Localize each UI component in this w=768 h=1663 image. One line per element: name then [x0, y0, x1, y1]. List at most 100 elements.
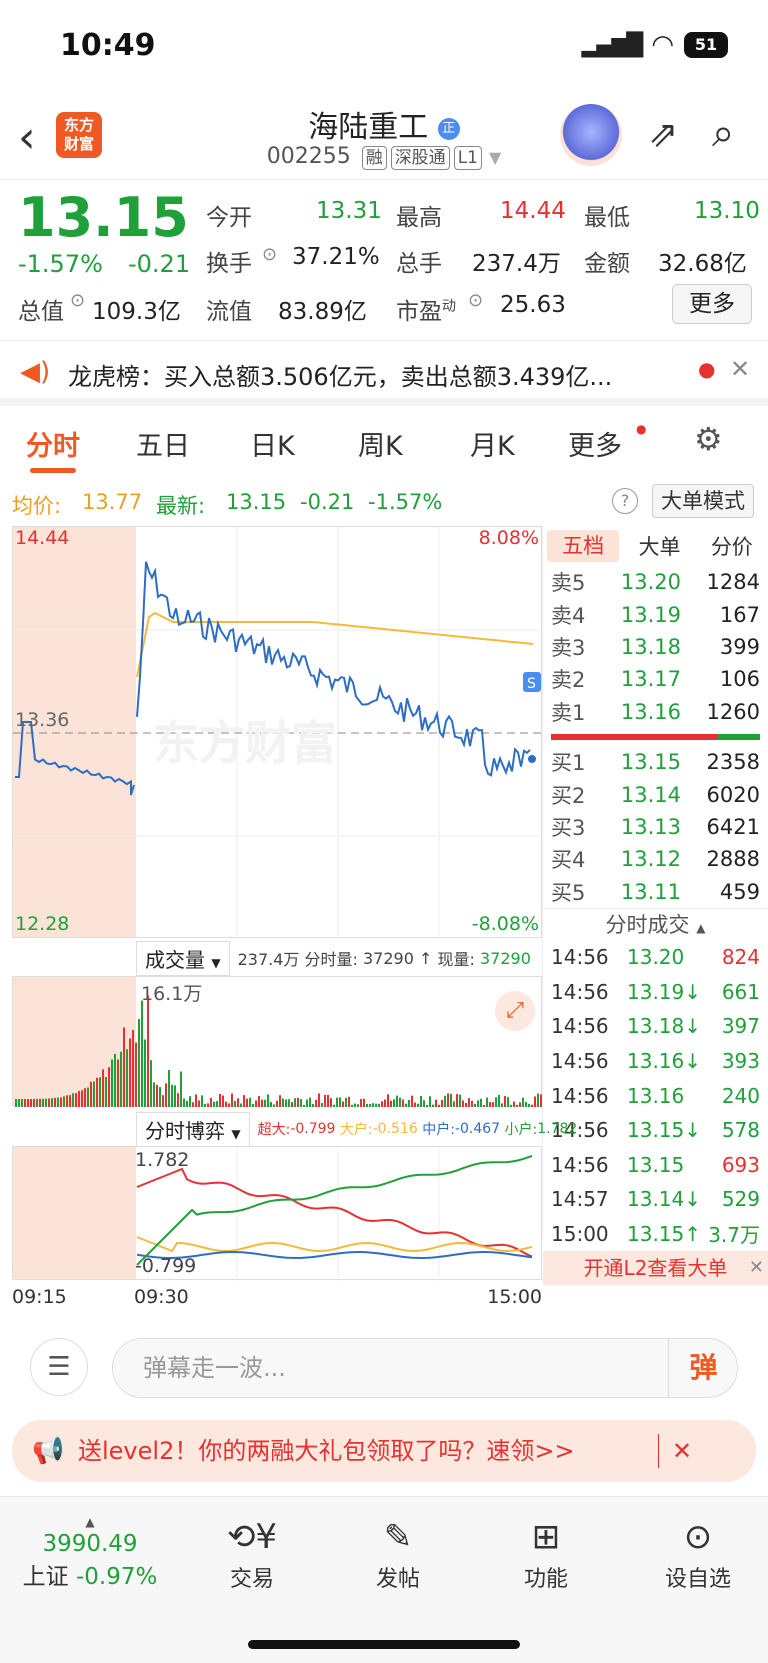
tab-weekly-k[interactable]: 周K [358, 424, 403, 463]
buy-level-row[interactable]: 买2 13.14 6020 [543, 778, 768, 810]
volume-bar [315, 1099, 317, 1107]
game-top-value: 1.782 [135, 1149, 190, 1171]
level-label: 卖2 [551, 668, 586, 693]
tab-big-orders[interactable]: 大单 [623, 531, 695, 561]
nav-functions[interactable]: ⊞ 功能 [506, 1515, 586, 1593]
volume-bar [426, 1104, 428, 1107]
axis-mid-price: 13.36 [15, 709, 70, 731]
tag-margin: 融 [361, 146, 387, 170]
danmaku-input[interactable]: 弹幕走一波... [112, 1338, 738, 1398]
buy-level-row[interactable]: 买5 13.11 459 [543, 876, 768, 908]
volume-bar [147, 995, 149, 1107]
volume-bar [249, 1097, 251, 1107]
promo-banner[interactable]: 📢 送level2！你的两融大礼包领取了吗？速领>> ✕ [12, 1420, 756, 1482]
time-axis: 09:15 09:30 15:00 [12, 1286, 542, 1312]
tab-more[interactable]: 更多 [568, 424, 622, 463]
volume-bar [252, 1103, 254, 1107]
nav-trade[interactable]: ⟲¥ 交易 [212, 1515, 292, 1593]
open-value: 13.31 [316, 198, 382, 224]
sell-level-row[interactable]: 卖1 13.16 1260 [543, 696, 768, 728]
tab-intraday[interactable]: 分时 [26, 424, 80, 463]
close-icon[interactable]: ✕ [730, 355, 750, 383]
volume-bar [255, 1100, 257, 1107]
nav-post[interactable]: ✎ 发帖 [358, 1515, 438, 1593]
info-icon[interactable]: ⊙ [262, 244, 277, 265]
close-icon[interactable]: ✕ [672, 1420, 692, 1482]
buy-level-row[interactable]: 买4 13.12 2888 [543, 843, 768, 875]
share-icon[interactable]: ⇗ [648, 114, 678, 155]
grid-icon: ⊞ [531, 1517, 561, 1557]
buy-level-row[interactable]: 买1 13.15 2358 [543, 746, 768, 778]
volume-bar [297, 1097, 299, 1107]
volume-bar [465, 1102, 467, 1107]
help-icon[interactable]: ? [612, 488, 638, 514]
tab-price-dist[interactable]: 分价 [696, 531, 768, 561]
volume-bar [537, 1093, 539, 1107]
volume-bar [447, 1093, 449, 1107]
trade-row: 15:00 13.15↑ 3.7万 [543, 1217, 768, 1252]
volume-bar [495, 1097, 497, 1107]
trade-price: 13.19↓ [627, 979, 702, 1004]
level-volume: 1260 [706, 699, 760, 724]
sell-level-row[interactable]: 卖4 13.19 167 [543, 598, 768, 630]
info-icon[interactable]: ⊙ [468, 290, 483, 311]
volume-bar [114, 1054, 116, 1107]
volume-bar [474, 1103, 476, 1107]
sell-level-row[interactable]: 卖3 13.18 399 [543, 631, 768, 663]
l2-banner[interactable]: 开通L2查看大单 ✕ [543, 1251, 768, 1286]
level-price: 13.18 [620, 634, 681, 659]
buy-level-row[interactable]: 买3 13.13 6421 [543, 811, 768, 843]
level-label: 买2 [551, 783, 586, 808]
l2-banner-text: 开通L2查看大单 [583, 1256, 728, 1281]
volume-bar [108, 1067, 110, 1107]
settings-gear-icon[interactable]: ⚙ [694, 420, 723, 458]
volume-bar [366, 1103, 368, 1107]
sell-level-row[interactable]: 卖5 13.20 1284 [543, 566, 768, 598]
stock-header: ‹ 东方 财富 海陆重工 正 002255 融深股通 L1 ▼ ⇗ ⌕ [0, 96, 768, 180]
volume-bar [216, 1101, 218, 1107]
danmaku-settings-icon[interactable]: ☰ [30, 1338, 88, 1396]
level-label: 卖3 [551, 635, 586, 660]
large-line [136, 1236, 533, 1253]
volume-chart[interactable]: 16.1万 ⤢ [12, 976, 542, 1107]
trades-header[interactable]: 分时成交 ▲ [543, 907, 768, 940]
index-ticker[interactable]: ▲ 3990.49 上证 -0.97% [20, 1515, 160, 1591]
close-icon[interactable]: ✕ [749, 1251, 764, 1285]
trade-time: 14:56 [551, 945, 609, 970]
intraday-price-chart[interactable]: 东方财富 S 14.44 8.08% 13.36 12.28 -8.08% [12, 526, 543, 939]
volume-bar [456, 1094, 458, 1107]
change-percent: -1.57% [18, 250, 103, 278]
tab-daily-k[interactable]: 日K [250, 424, 295, 463]
volume-bar [270, 1102, 272, 1107]
more-button[interactable]: 更多 [672, 284, 752, 324]
nav-add-watchlist[interactable]: ⊙ 设自选 [652, 1515, 744, 1593]
volume-bar [384, 1099, 386, 1107]
axis-bottom-price: 12.28 [15, 913, 70, 935]
ai-assistant-avatar[interactable] [560, 104, 622, 166]
danmaku-toggle-button[interactable]: 弹 [668, 1338, 738, 1398]
announcement-text: 龙虎榜：买入总额3.506亿元，卖出总额3.439亿... [68, 363, 613, 391]
tab-five-day[interactable]: 五日 [136, 424, 190, 463]
tab-monthly-k[interactable]: 月K [470, 424, 515, 463]
game-selector[interactable]: 分时博弈 ▼ [136, 1111, 250, 1147]
expand-icon[interactable]: ⤢ [495, 991, 535, 1031]
home-indicator[interactable] [248, 1640, 520, 1649]
time-open: 09:30 [134, 1286, 189, 1308]
latest-label: 最新: [156, 494, 206, 518]
trade-volume: 240 [721, 1083, 760, 1108]
capital-game-chart[interactable]: 1.782 -0.799 [12, 1146, 542, 1281]
volume-bar [309, 1097, 311, 1107]
index-value: 3990.49 [42, 1531, 138, 1557]
volume-bar [348, 1096, 350, 1107]
info-icon[interactable]: ⊙ [70, 290, 85, 311]
volume-selector[interactable]: 成交量 ▼ [136, 940, 230, 976]
volume-bar [375, 1103, 377, 1107]
search-icon[interactable]: ⌕ [712, 110, 734, 156]
minute-vol-value: 37290 [363, 948, 414, 968]
pe-value: 25.63 [500, 292, 566, 318]
big-order-mode-button[interactable]: 大单模式 [652, 484, 754, 518]
tab-five-levels[interactable]: 五档 [547, 530, 620, 562]
announcement-bar[interactable]: ◀) 龙虎榜：买入总额3.506亿元，卖出总额3.439亿... ● ✕ [0, 340, 768, 406]
volume-bar [123, 1027, 125, 1107]
sell-level-row[interactable]: 卖2 13.17 106 [543, 663, 768, 695]
